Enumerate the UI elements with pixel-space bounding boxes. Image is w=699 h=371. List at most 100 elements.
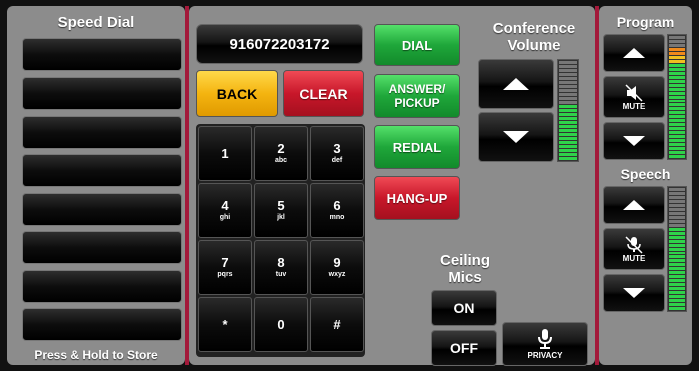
dial-button[interactable]: DIAL bbox=[374, 24, 460, 66]
ceiling-mics-title: Ceiling Mics bbox=[420, 252, 510, 286]
meter-segment bbox=[669, 251, 685, 255]
meter-segment bbox=[669, 275, 685, 279]
meter-segment bbox=[669, 99, 685, 103]
speed-dial-slot[interactable] bbox=[22, 308, 182, 341]
back-button[interactable]: BACK bbox=[196, 70, 278, 117]
meter-segment bbox=[669, 107, 685, 111]
meter-segment bbox=[669, 219, 685, 223]
meter-segment bbox=[559, 61, 577, 64]
keypad-key-digit: 2 bbox=[277, 141, 285, 156]
keypad-key[interactable]: 8 tuv bbox=[254, 240, 308, 295]
keypad-key[interactable]: 2 abc bbox=[254, 126, 308, 181]
speed-dial-slot[interactable] bbox=[22, 116, 182, 149]
keypad-key-digit: 9 bbox=[333, 255, 341, 270]
conference-volume-up-button[interactable] bbox=[478, 59, 554, 109]
meter-segment bbox=[669, 115, 685, 119]
meter-segment bbox=[669, 147, 685, 151]
keypad-key[interactable]: 6 mno bbox=[310, 183, 364, 238]
meter-segment bbox=[669, 95, 685, 99]
speech-volume-up-button[interactable] bbox=[603, 186, 665, 224]
speed-dial-slot[interactable] bbox=[22, 77, 182, 110]
phone-number-text: 916072203172 bbox=[229, 35, 330, 53]
meter-segment bbox=[669, 203, 685, 207]
speech-volume-down-button[interactable] bbox=[603, 274, 665, 312]
meter-segment bbox=[559, 141, 577, 144]
keypad-key[interactable]: 9 wxyz bbox=[310, 240, 364, 295]
keypad-key-digit: 4 bbox=[221, 198, 229, 213]
microphone-icon bbox=[538, 329, 552, 349]
meter-segment bbox=[559, 105, 577, 108]
speed-dial-slot[interactable] bbox=[22, 38, 182, 71]
back-button-label: BACK bbox=[216, 85, 258, 102]
conference-volume-title: Conference Volume bbox=[474, 20, 594, 54]
meter-segment bbox=[559, 153, 577, 156]
meter-segment bbox=[669, 119, 685, 123]
keypad-key-letters: def bbox=[331, 157, 343, 164]
keypad-key[interactable]: 3 def bbox=[310, 126, 364, 181]
meter-segment bbox=[669, 67, 685, 71]
meter-segment bbox=[559, 125, 577, 128]
conference-volume-down-button[interactable] bbox=[478, 112, 554, 162]
meter-segment bbox=[559, 113, 577, 116]
program-mute-button[interactable]: MUTE bbox=[603, 76, 665, 118]
meter-segment bbox=[669, 135, 685, 139]
keypad-key[interactable]: 5 jkl bbox=[254, 183, 308, 238]
meter-segment bbox=[669, 231, 685, 235]
meter-segment bbox=[559, 73, 577, 76]
meter-segment bbox=[669, 59, 685, 63]
keypad-key-digit: 5 bbox=[277, 198, 285, 213]
clear-button[interactable]: CLEAR bbox=[283, 70, 364, 117]
meter-segment bbox=[669, 255, 685, 259]
ceiling-mics-off-button[interactable]: OFF bbox=[431, 330, 497, 366]
program-volume-down-button[interactable] bbox=[603, 122, 665, 160]
meter-segment bbox=[669, 243, 685, 247]
meter-segment bbox=[669, 39, 685, 43]
keypad-key-letters: tuv bbox=[275, 271, 287, 278]
keypad-key[interactable]: 0 bbox=[254, 297, 308, 352]
meter-segment bbox=[559, 97, 577, 100]
speed-dial-slot[interactable] bbox=[22, 193, 182, 226]
ceiling-mics-on-button[interactable]: ON bbox=[431, 290, 497, 326]
meter-segment bbox=[669, 239, 685, 243]
microphone-muted-icon bbox=[625, 235, 643, 254]
keypad-key[interactable]: 7 pqrs bbox=[198, 240, 252, 295]
keypad-key[interactable]: 4 ghi bbox=[198, 183, 252, 238]
redial-button[interactable]: REDIAL bbox=[374, 125, 460, 169]
keypad-key-digit: 7 bbox=[221, 255, 229, 270]
dial-button-label: DIAL bbox=[401, 37, 433, 53]
meter-segment bbox=[559, 77, 577, 80]
keypad-key[interactable]: 1 bbox=[198, 126, 252, 181]
speed-dial-slot[interactable] bbox=[22, 270, 182, 303]
meter-segment bbox=[559, 109, 577, 112]
hangup-button[interactable]: HANG-UP bbox=[374, 176, 460, 220]
meter-segment bbox=[669, 267, 685, 271]
keypad-key[interactable]: * bbox=[198, 297, 252, 352]
speed-dial-slot[interactable] bbox=[22, 231, 182, 264]
meter-segment bbox=[559, 157, 577, 160]
keypad-key[interactable]: # bbox=[310, 297, 364, 352]
program-level-meter bbox=[667, 34, 687, 160]
speech-title: Speech bbox=[620, 166, 671, 182]
meter-segment bbox=[559, 85, 577, 88]
speed-dial-slot[interactable] bbox=[22, 154, 182, 187]
meter-segment bbox=[669, 259, 685, 263]
meter-segment bbox=[669, 83, 685, 87]
meter-segment bbox=[559, 117, 577, 120]
meter-segment bbox=[669, 36, 685, 39]
program-volume-up-button[interactable] bbox=[603, 34, 665, 72]
meter-segment bbox=[669, 111, 685, 115]
ceiling-title-line2: Mics bbox=[448, 269, 482, 286]
answer-pickup-button[interactable]: ANSWER/ PICKUP bbox=[374, 74, 460, 118]
answer-label-line2: PICKUP bbox=[394, 96, 440, 110]
meter-segment bbox=[669, 79, 685, 83]
meter-segment bbox=[559, 145, 577, 148]
meter-segment bbox=[669, 207, 685, 211]
keypad-key-letters: wxyz bbox=[328, 271, 346, 278]
meter-segment bbox=[669, 151, 685, 155]
meter-segment bbox=[559, 65, 577, 68]
speech-mute-button[interactable]: MUTE bbox=[603, 228, 665, 270]
privacy-button[interactable]: PRIVACY bbox=[502, 322, 588, 366]
arrow-up-icon bbox=[623, 200, 645, 210]
keypad-key-letters: mno bbox=[329, 214, 345, 221]
meter-segment bbox=[669, 303, 685, 307]
